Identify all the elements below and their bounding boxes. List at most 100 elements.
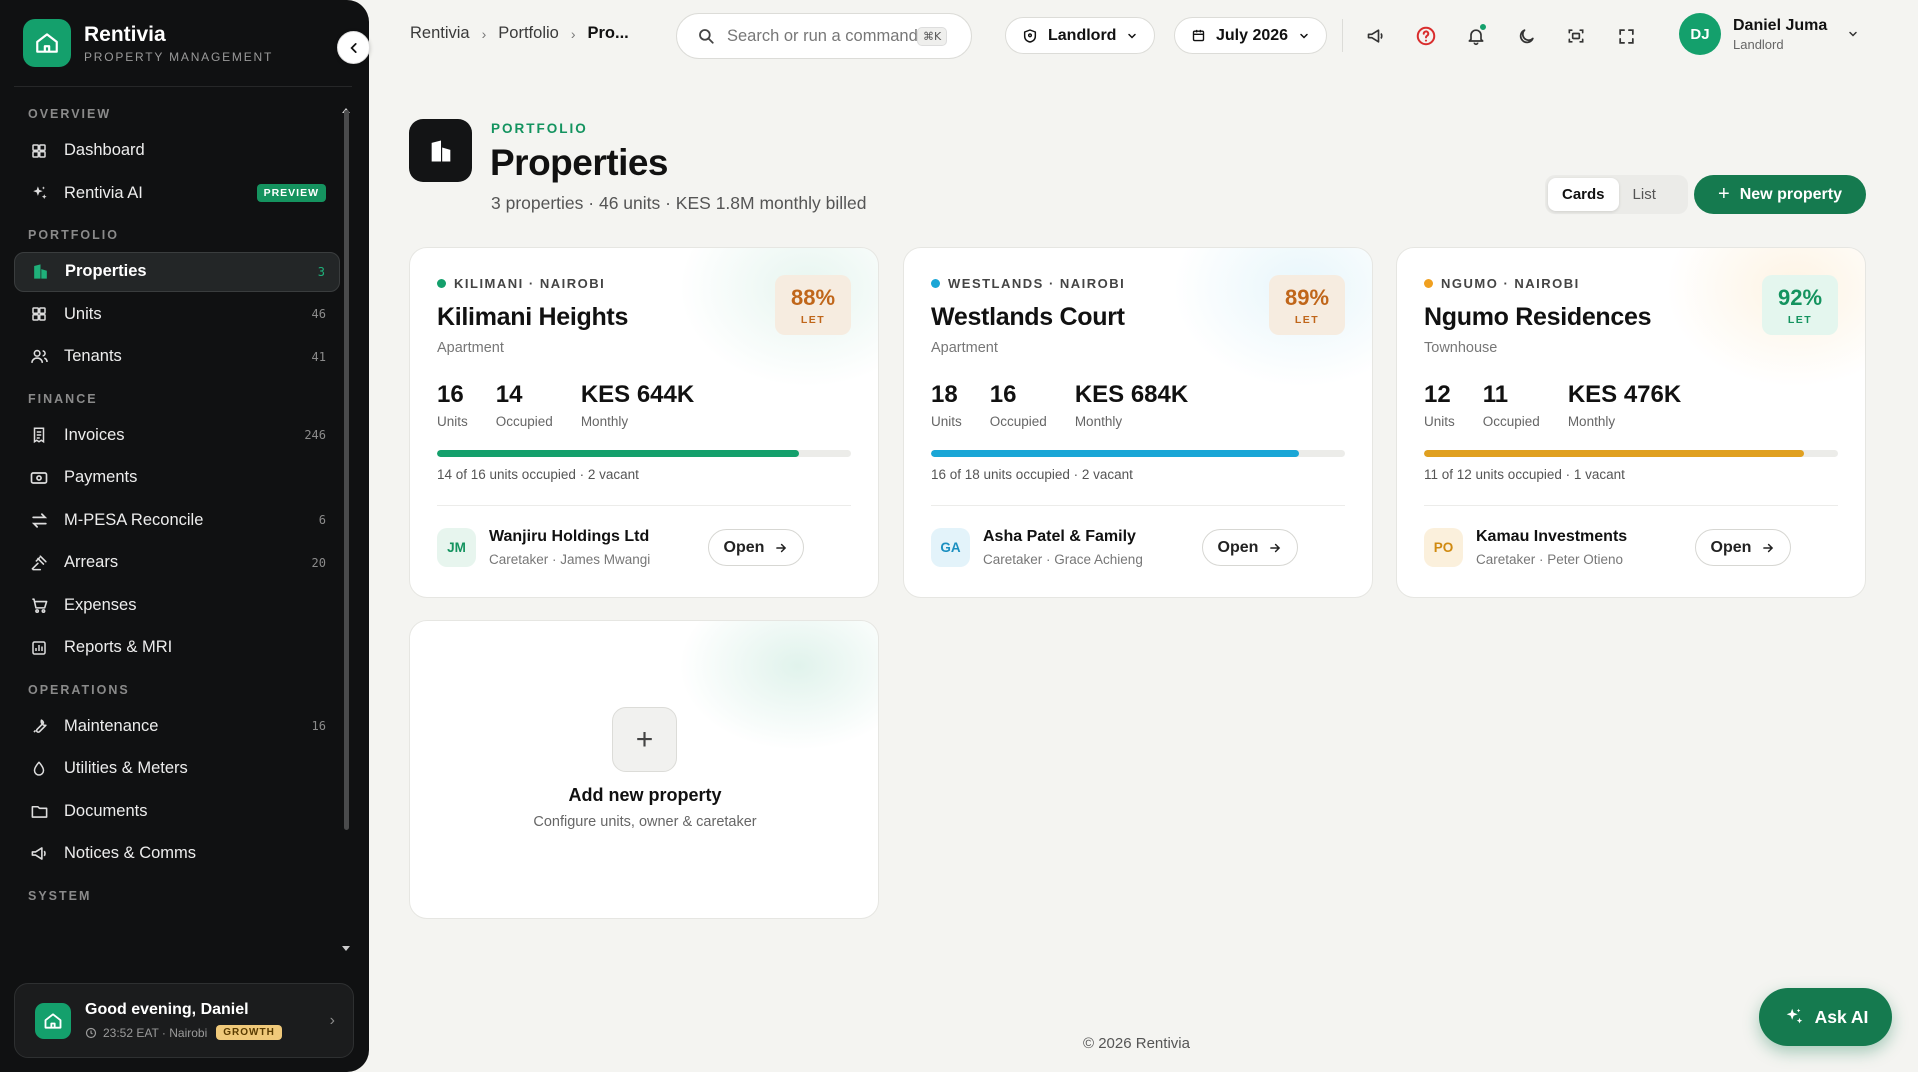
ask-ai-button[interactable]: Ask AI [1759, 988, 1892, 1046]
wrench-icon [28, 715, 50, 737]
let-rate-value: 92% [1777, 284, 1823, 310]
owner-avatar: PO [1424, 528, 1463, 567]
sidebar-item-count: 6 [318, 513, 326, 527]
view-toggle: Cards List [1545, 175, 1688, 214]
theme-toggle-button[interactable] [1511, 21, 1541, 51]
grid-icon [28, 303, 50, 325]
owner-name: Wanjiru Holdings Ltd [489, 528, 650, 545]
stat-occupied: 14 Occupied [496, 381, 553, 429]
arrow-right-icon [1761, 541, 1775, 555]
sidebar-item-expenses[interactable]: Expenses [14, 585, 340, 625]
open-property-button[interactable]: Open [1202, 529, 1298, 566]
property-card[interactable]: KILIMANI · NAIROBI Kilimani Heights Apar… [409, 247, 879, 598]
user-role: Landlord [1733, 36, 1784, 52]
stat-value: 16 [989, 381, 1017, 408]
scroll-down-arrow[interactable] [342, 946, 350, 951]
open-property-button[interactable]: Open [1695, 529, 1791, 566]
new-property-button[interactable]: + New property [1694, 175, 1866, 214]
invoice-icon [28, 424, 50, 446]
brand[interactable]: Rentivia PROPERTY MANAGEMENT [23, 19, 273, 67]
notifications-button[interactable] [1461, 21, 1491, 51]
sidebar-item-label: Documents [64, 801, 148, 820]
location-dot [1424, 279, 1433, 288]
grid-icon [28, 140, 50, 162]
role-switcher[interactable]: Landlord [1005, 17, 1156, 54]
sidebar-item-count: 46 [311, 307, 326, 321]
card-glow [678, 621, 878, 751]
sidebar-item-arrears[interactable]: Arrears 20 [14, 543, 340, 583]
buildings-icon [409, 119, 472, 182]
property-name[interactable]: Ngumo Residences [1424, 303, 1652, 332]
sidebar-item-invoices[interactable]: Invoices 246 [14, 415, 340, 455]
property-name[interactable]: Westlands Court [931, 303, 1125, 332]
notification-dot [1479, 23, 1487, 31]
greeting-time: 23:52 EAT · Nairobi [103, 1025, 208, 1040]
brand-divider [14, 86, 352, 87]
stat-value: KES 644K [580, 381, 695, 408]
search-input[interactable] [727, 26, 917, 46]
occupancy-bar [437, 450, 851, 457]
expand-icon [1618, 28, 1634, 44]
sidebar-item-reports-mri[interactable]: Reports & MRI [14, 628, 340, 668]
megaphone-icon [28, 843, 50, 865]
period-label: July 2026 [1216, 26, 1289, 44]
occupancy-bar-fill [931, 450, 1300, 457]
sidebar-item-dashboard[interactable]: Dashboard [14, 131, 340, 171]
droplet-icon [28, 758, 50, 780]
occupancy-text: 14 of 16 units occupied · 2 vacant [437, 467, 639, 482]
sidebar-item-maintenance[interactable]: Maintenance 16 [14, 706, 340, 746]
search-shortcut: ⌘K [917, 26, 948, 46]
command-search[interactable]: ⌘K [676, 13, 972, 59]
view-cards-button[interactable]: Cards [1548, 178, 1619, 211]
collapse-sidebar-button[interactable] [337, 31, 370, 64]
open-property-button[interactable]: Open [708, 529, 804, 566]
sidebar-item-label: Utilities & Meters [64, 759, 188, 777]
moon-icon [1519, 28, 1534, 43]
user-name: Daniel Juma [1733, 16, 1828, 34]
sidebar-item-m-pesa-reconcile[interactable]: M-PESA Reconcile 6 [14, 500, 340, 540]
property-name[interactable]: Kilimani Heights [437, 303, 628, 332]
occupancy-bar-fill [437, 450, 800, 457]
chevron-down-icon [1126, 30, 1138, 42]
arrow-right-icon [774, 541, 788, 555]
sidebar-item-documents[interactable]: Documents [14, 791, 340, 831]
breadcrumb: Rentivia › Portfolio › Pro... [410, 24, 629, 43]
fullscreen-button[interactable] [1611, 21, 1641, 51]
help-button[interactable] [1411, 21, 1441, 51]
swap-icon [28, 509, 50, 531]
stat-label: Units [1424, 414, 1455, 429]
sidebar-scrollbar[interactable] [344, 110, 349, 830]
announcements-button[interactable] [1361, 21, 1391, 51]
sidebar-item-utilities-meters[interactable]: Utilities & Meters [14, 749, 340, 789]
stat-label: Monthly [580, 414, 629, 429]
screenshot-button[interactable] [1561, 21, 1591, 51]
caretaker-name: Caretaker · Peter Otieno [1476, 552, 1624, 567]
card-divider [931, 505, 1345, 506]
add-property-card[interactable]: + Add new property Configure units, owne… [409, 620, 879, 919]
property-card[interactable]: NGUMO · NAIROBI Ngumo Residences Townhou… [1396, 247, 1866, 598]
sidebar-item-label: Expenses [64, 595, 137, 614]
sidebar-item-label: Units [64, 304, 102, 323]
breadcrumb-rentivia[interactable]: Rentivia [410, 24, 470, 43]
greeting-card[interactable]: Good evening, Daniel 23:52 EAT · Nairobi… [14, 983, 354, 1058]
sidebar-item-notices-comms[interactable]: Notices & Comms [14, 834, 340, 874]
owner-avatar: JM [437, 528, 476, 567]
occupancy-text: 16 of 18 units occupied · 2 vacant [931, 467, 1133, 482]
plus-icon: + [612, 707, 677, 772]
sidebar-item-tenants[interactable]: Tenants 41 [14, 337, 340, 377]
nav-section-portfolio: PORTFOLIO [28, 228, 119, 242]
user-menu[interactable]: DJ Daniel Juma Landlord [1679, 13, 1859, 55]
view-list-button[interactable]: List [1619, 178, 1670, 211]
period-picker[interactable]: July 2026 [1174, 17, 1328, 54]
sidebar-item-units[interactable]: Units 46 [14, 294, 340, 334]
property-card[interactable]: WESTLANDS · NAIROBI Westlands Court Apar… [903, 247, 1373, 598]
sidebar-item-rentivia-ai[interactable]: Rentivia AI PREVIEW [14, 173, 340, 213]
plus-icon: + [1718, 183, 1730, 205]
brand-name: Rentivia [84, 22, 166, 46]
sidebar-nav: OVERVIEW Dashboard Rentivia AI PREVIEW PORTF… [14, 100, 340, 910]
breadcrumb-portfolio[interactable]: Portfolio [498, 24, 559, 43]
sidebar-item-properties[interactable]: Properties 3 [14, 251, 340, 292]
sidebar-item-payments[interactable]: Payments [14, 458, 340, 498]
stat-label: Occupied [1482, 414, 1540, 429]
sidebar-item-label: Arrears [64, 553, 119, 571]
